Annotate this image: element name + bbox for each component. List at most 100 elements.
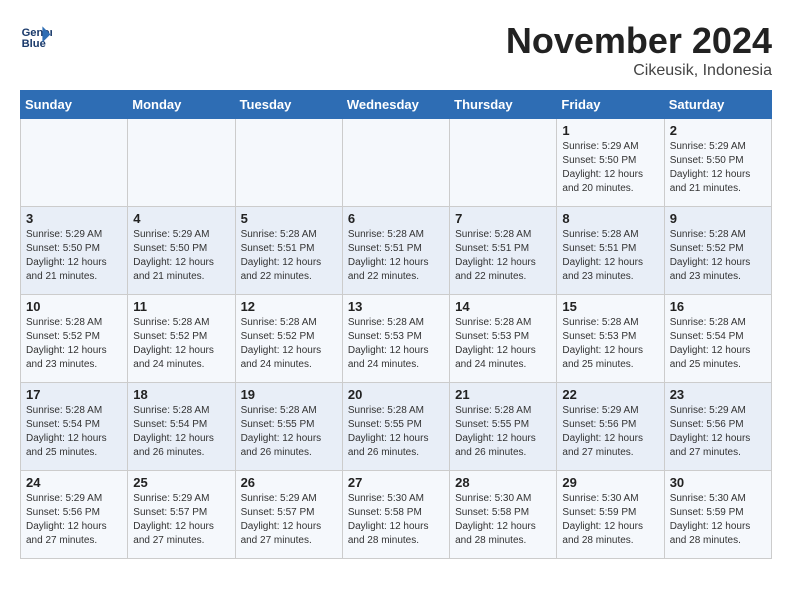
calendar-cell: 9 Sunrise: 5:28 AM Sunset: 5:52 PM Daylig… xyxy=(664,207,771,295)
calendar-cell xyxy=(21,119,128,207)
day-number: 12 xyxy=(241,299,337,314)
calendar-cell: 1 Sunrise: 5:29 AM Sunset: 5:50 PM Daylig… xyxy=(557,119,664,207)
calendar-cell: 7 Sunrise: 5:28 AM Sunset: 5:51 PM Daylig… xyxy=(450,207,557,295)
calendar-cell: 2 Sunrise: 5:29 AM Sunset: 5:50 PM Daylig… xyxy=(664,119,771,207)
calendar-cell xyxy=(235,119,342,207)
day-info: Sunrise: 5:29 AM Sunset: 5:56 PM Dayligh… xyxy=(562,404,658,460)
day-info: Sunrise: 5:29 AM Sunset: 5:57 PM Dayligh… xyxy=(133,492,229,548)
day-info: Sunrise: 5:28 AM Sunset: 5:53 PM Dayligh… xyxy=(348,316,444,372)
calendar-cell: 16 Sunrise: 5:28 AM Sunset: 5:54 PM Dayli… xyxy=(664,295,771,383)
calendar-cell: 4 Sunrise: 5:29 AM Sunset: 5:50 PM Daylig… xyxy=(128,207,235,295)
weekday-header-sunday: Sunday xyxy=(21,91,128,119)
calendar-cell: 11 Sunrise: 5:28 AM Sunset: 5:52 PM Dayli… xyxy=(128,295,235,383)
svg-text:Blue: Blue xyxy=(22,38,46,50)
day-number: 14 xyxy=(455,299,551,314)
calendar-cell: 17 Sunrise: 5:28 AM Sunset: 5:54 PM Dayli… xyxy=(21,383,128,471)
day-info: Sunrise: 5:30 AM Sunset: 5:58 PM Dayligh… xyxy=(455,492,551,548)
day-number: 28 xyxy=(455,475,551,490)
day-number: 9 xyxy=(670,211,766,226)
day-info: Sunrise: 5:28 AM Sunset: 5:51 PM Dayligh… xyxy=(348,228,444,284)
calendar-cell: 21 Sunrise: 5:28 AM Sunset: 5:55 PM Dayli… xyxy=(450,383,557,471)
weekday-header-friday: Friday xyxy=(557,91,664,119)
day-info: Sunrise: 5:29 AM Sunset: 5:50 PM Dayligh… xyxy=(26,228,122,284)
calendar-cell: 5 Sunrise: 5:28 AM Sunset: 5:51 PM Daylig… xyxy=(235,207,342,295)
week-row-4: 24Sunrise: 5:29 AM Sunset: 5:56 PM Dayli… xyxy=(21,471,772,559)
calendar-cell: 18Sunrise: 5:28 AM Sunset: 5:54 PM Dayli… xyxy=(128,383,235,471)
logo: General Blue xyxy=(20,20,52,52)
day-number: 5 xyxy=(241,211,337,226)
week-row-0: 1 Sunrise: 5:29 AM Sunset: 5:50 PM Daylig… xyxy=(21,119,772,207)
day-number: 11 xyxy=(133,299,229,314)
day-number: 10 xyxy=(26,299,122,314)
weekday-header-tuesday: Tuesday xyxy=(235,91,342,119)
day-number: 15 xyxy=(562,299,658,314)
calendar-cell: 10 Sunrise: 5:28 AM Sunset: 5:52 PM Dayli… xyxy=(21,295,128,383)
weekday-header-wednesday: Wednesday xyxy=(342,91,449,119)
day-info: Sunrise: 5:28 AM Sunset: 5:53 PM Dayligh… xyxy=(455,316,551,372)
day-number: 19 xyxy=(241,387,337,402)
day-number: 2 xyxy=(670,123,766,138)
day-info: Sunrise: 5:28 AM Sunset: 5:55 PM Dayligh… xyxy=(241,404,337,460)
day-info: Sunrise: 5:29 AM Sunset: 5:56 PM Dayligh… xyxy=(26,492,122,548)
calendar-cell: 19 Sunrise: 5:28 AM Sunset: 5:55 PM Dayli… xyxy=(235,383,342,471)
day-info: Sunrise: 5:28 AM Sunset: 5:53 PM Dayligh… xyxy=(562,316,658,372)
calendar-cell xyxy=(128,119,235,207)
weekday-header-thursday: Thursday xyxy=(450,91,557,119)
day-info: Sunrise: 5:28 AM Sunset: 5:55 PM Dayligh… xyxy=(348,404,444,460)
day-number: 4 xyxy=(133,211,229,226)
day-number: 16 xyxy=(670,299,766,314)
calendar-cell: 25Sunrise: 5:29 AM Sunset: 5:57 PM Dayli… xyxy=(128,471,235,559)
day-number: 7 xyxy=(455,211,551,226)
calendar-cell: 27 Sunrise: 5:30 AM Sunset: 5:58 PM Dayli… xyxy=(342,471,449,559)
day-number: 20 xyxy=(348,387,444,402)
calendar-cell: 26Sunrise: 5:29 AM Sunset: 5:57 PM Dayli… xyxy=(235,471,342,559)
day-number: 27 xyxy=(348,475,444,490)
day-info: Sunrise: 5:28 AM Sunset: 5:51 PM Dayligh… xyxy=(455,228,551,284)
day-number: 21 xyxy=(455,387,551,402)
calendar-cell: 14 Sunrise: 5:28 AM Sunset: 5:53 PM Dayli… xyxy=(450,295,557,383)
weekday-header-monday: Monday xyxy=(128,91,235,119)
week-row-2: 10 Sunrise: 5:28 AM Sunset: 5:52 PM Dayli… xyxy=(21,295,772,383)
calendar-cell: 12Sunrise: 5:28 AM Sunset: 5:52 PM Dayli… xyxy=(235,295,342,383)
day-info: Sunrise: 5:29 AM Sunset: 5:50 PM Dayligh… xyxy=(133,228,229,284)
day-info: Sunrise: 5:28 AM Sunset: 5:55 PM Dayligh… xyxy=(455,404,551,460)
calendar-cell: 15 Sunrise: 5:28 AM Sunset: 5:53 PM Dayli… xyxy=(557,295,664,383)
day-info: Sunrise: 5:28 AM Sunset: 5:54 PM Dayligh… xyxy=(670,316,766,372)
day-info: Sunrise: 5:30 AM Sunset: 5:59 PM Dayligh… xyxy=(670,492,766,548)
calendar-table: SundayMondayTuesdayWednesdayThursdayFrid… xyxy=(20,90,772,559)
calendar-cell: 8 Sunrise: 5:28 AM Sunset: 5:51 PM Daylig… xyxy=(557,207,664,295)
day-number: 17 xyxy=(26,387,122,402)
day-number: 23 xyxy=(670,387,766,402)
day-info: Sunrise: 5:29 AM Sunset: 5:56 PM Dayligh… xyxy=(670,404,766,460)
day-number: 1 xyxy=(562,123,658,138)
day-info: Sunrise: 5:29 AM Sunset: 5:50 PM Dayligh… xyxy=(670,140,766,196)
day-number: 6 xyxy=(348,211,444,226)
calendar-cell: 29Sunrise: 5:30 AM Sunset: 5:59 PM Dayli… xyxy=(557,471,664,559)
day-info: Sunrise: 5:28 AM Sunset: 5:54 PM Dayligh… xyxy=(26,404,122,460)
logo-icon: General Blue xyxy=(20,20,52,52)
location: Cikeusik, Indonesia xyxy=(506,62,772,80)
day-number: 30 xyxy=(670,475,766,490)
calendar-cell: 13 Sunrise: 5:28 AM Sunset: 5:53 PM Dayli… xyxy=(342,295,449,383)
day-info: Sunrise: 5:28 AM Sunset: 5:51 PM Dayligh… xyxy=(562,228,658,284)
day-info: Sunrise: 5:29 AM Sunset: 5:50 PM Dayligh… xyxy=(562,140,658,196)
day-info: Sunrise: 5:29 AM Sunset: 5:57 PM Dayligh… xyxy=(241,492,337,548)
day-info: Sunrise: 5:30 AM Sunset: 5:58 PM Dayligh… xyxy=(348,492,444,548)
calendar-cell xyxy=(450,119,557,207)
day-info: Sunrise: 5:28 AM Sunset: 5:52 PM Dayligh… xyxy=(26,316,122,372)
day-number: 22 xyxy=(562,387,658,402)
title-block: November 2024 Cikeusik, Indonesia xyxy=(506,20,772,80)
day-info: Sunrise: 5:28 AM Sunset: 5:52 PM Dayligh… xyxy=(670,228,766,284)
week-row-1: 3 Sunrise: 5:29 AM Sunset: 5:50 PM Daylig… xyxy=(21,207,772,295)
day-info: Sunrise: 5:30 AM Sunset: 5:59 PM Dayligh… xyxy=(562,492,658,548)
day-info: Sunrise: 5:28 AM Sunset: 5:52 PM Dayligh… xyxy=(133,316,229,372)
day-info: Sunrise: 5:28 AM Sunset: 5:54 PM Dayligh… xyxy=(133,404,229,460)
month-title: November 2024 xyxy=(506,20,772,62)
day-number: 13 xyxy=(348,299,444,314)
day-number: 3 xyxy=(26,211,122,226)
day-number: 8 xyxy=(562,211,658,226)
calendar-cell xyxy=(342,119,449,207)
day-info: Sunrise: 5:28 AM Sunset: 5:51 PM Dayligh… xyxy=(241,228,337,284)
calendar-cell: 30 Sunrise: 5:30 AM Sunset: 5:59 PM Dayli… xyxy=(664,471,771,559)
calendar-cell: 20 Sunrise: 5:28 AM Sunset: 5:55 PM Dayli… xyxy=(342,383,449,471)
